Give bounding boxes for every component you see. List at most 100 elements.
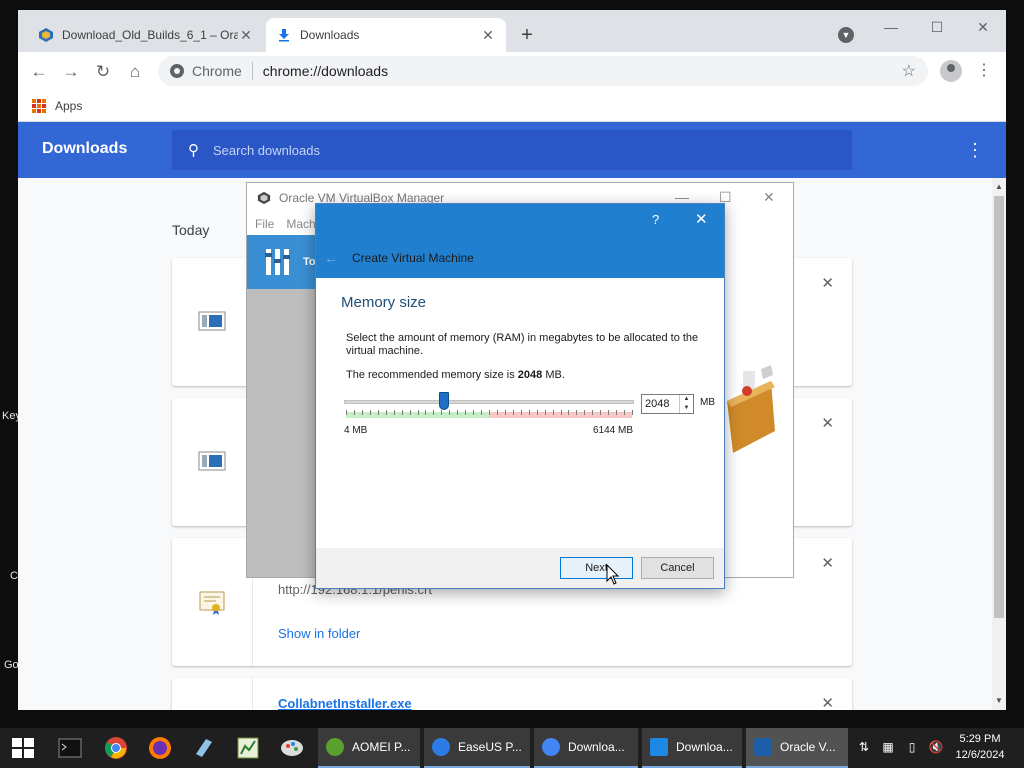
slider-tick <box>489 410 490 415</box>
slider-tick <box>561 410 562 415</box>
back-arrow-icon[interactable]: ← <box>28 61 50 83</box>
usb-icon[interactable]: ▯ <box>904 740 920 756</box>
chrome-menu-icon[interactable]: ⋮ <box>976 60 992 80</box>
page-scrollbar[interactable]: ▲ ▼ <box>992 178 1006 710</box>
taskbar-item-chrome-downloads[interactable]: Downloa... <box>534 728 638 768</box>
url-text[interactable]: chrome://downloads <box>263 63 388 79</box>
slider-tick <box>529 410 530 415</box>
dialog-close-button[interactable]: ✕ <box>695 210 708 228</box>
scroll-down-icon[interactable]: ▼ <box>995 696 1003 705</box>
menu-file[interactable]: File <box>255 217 274 231</box>
new-tab-button[interactable]: + <box>516 24 538 46</box>
tools-icon <box>265 249 290 275</box>
taskbar-item-downloads-folder[interactable]: Downloa... <box>642 728 742 768</box>
clock-time: 5:29 PM <box>959 733 1001 745</box>
recommended-memory-text: The recommended memory size is 2048 MB. <box>346 369 565 381</box>
slider-min-label: 4 MB <box>344 425 368 436</box>
slider-tick <box>402 410 403 415</box>
slider-tick <box>592 410 593 415</box>
downloads-menu-icon[interactable]: ⋮ <box>966 140 984 161</box>
show-in-folder-link[interactable]: Show in folder <box>278 626 360 641</box>
slider-tick <box>513 410 514 415</box>
address-bar[interactable]: Chrome chrome://downloads ☆ <box>158 56 928 86</box>
vbm-close-button[interactable]: ✕ <box>763 189 775 206</box>
home-icon[interactable]: ⌂ <box>124 61 146 83</box>
back-arrow-icon[interactable]: ← <box>324 250 338 266</box>
scroll-thumb[interactable] <box>994 196 1004 618</box>
virtualbox-favicon-icon <box>38 27 54 43</box>
next-button[interactable]: Next <box>560 557 633 579</box>
minimize-button[interactable]: — <box>876 16 906 38</box>
firefox-icon[interactable] <box>148 736 172 760</box>
reload-icon[interactable]: ↻ <box>92 61 114 83</box>
slider-thumb[interactable] <box>439 392 449 410</box>
slider-tick <box>378 410 379 415</box>
maximize-button[interactable]: ☐ <box>922 16 952 38</box>
memory-slider[interactable] <box>344 392 636 424</box>
slider-tick <box>545 410 546 415</box>
search-downloads-input[interactable]: ⚲ Search downloads <box>172 130 852 170</box>
date-heading: Today <box>172 222 210 238</box>
memory-spinbox[interactable]: 2048 ▲ ▼ <box>641 394 694 414</box>
download-filename-link[interactable]: CollabnetInstaller.exe <box>278 696 412 710</box>
slider-tick <box>441 410 442 415</box>
task-manager-icon[interactable] <box>236 736 260 760</box>
aomei-icon <box>326 738 344 756</box>
help-button[interactable]: ? <box>652 212 659 227</box>
task-label: Downloa... <box>568 740 625 754</box>
clock-date: 12/6/2024 <box>955 749 1005 761</box>
apps-icon[interactable] <box>32 98 46 113</box>
terminal-icon[interactable] <box>58 736 82 760</box>
taskbar-item-aomei[interactable]: AOMEI P... <box>318 728 420 768</box>
paint-icon[interactable] <box>280 736 304 760</box>
memory-unit: MB <box>700 397 715 408</box>
app-icon[interactable] <box>192 736 216 760</box>
volume-muted-icon[interactable]: 🔇 <box>928 740 944 756</box>
tab-strip: Download_Old_Builds_6_1 – Orac ✕ Downloa… <box>18 10 1006 52</box>
recommended-prefix: The recommended memory size is <box>346 369 515 381</box>
tab-close-icon[interactable]: ✕ <box>238 27 254 44</box>
bookmark-star-icon[interactable]: ☆ <box>902 61 916 81</box>
network-icon[interactable]: ⇅ <box>856 740 872 756</box>
tab-close-icon[interactable]: ✕ <box>480 27 496 44</box>
slider-tick <box>433 410 434 415</box>
taskbar-item-easeus[interactable]: EaseUS P... <box>424 728 530 768</box>
menu-machine[interactable]: Mach <box>286 217 315 231</box>
slider-tick <box>425 410 426 415</box>
windows-start-icon[interactable] <box>12 738 34 758</box>
search-icon: ⚲ <box>188 142 199 159</box>
download-card: ✕ CollabnetInstaller.exe <box>172 678 852 710</box>
forward-arrow-icon[interactable]: → <box>60 61 82 83</box>
tab-downloads[interactable]: Downloads ✕ <box>266 18 506 52</box>
remove-download-icon[interactable]: ✕ <box>821 414 834 432</box>
slider-tick <box>449 410 450 415</box>
tools-item[interactable]: To <box>247 235 317 289</box>
dialog-header: ? ✕ ← Create Virtual Machine <box>316 204 724 278</box>
remove-download-icon[interactable]: ✕ <box>821 274 834 292</box>
remove-download-icon[interactable]: ✕ <box>821 694 834 710</box>
close-window-button[interactable]: ✕ <box>968 16 998 38</box>
scroll-up-icon[interactable]: ▲ <box>995 182 1003 191</box>
slider-track[interactable] <box>344 400 634 404</box>
apps-bookmark[interactable]: Apps <box>55 99 82 113</box>
dialog-title: Create Virtual Machine <box>352 251 474 265</box>
remove-download-icon[interactable]: ✕ <box>821 554 834 572</box>
installer-file-icon <box>198 311 226 331</box>
profile-avatar-icon[interactable] <box>940 60 962 82</box>
slider-max-label: 6144 MB <box>593 425 634 436</box>
desktop-icon-label[interactable]: C <box>10 570 18 582</box>
recommended-suffix: MB. <box>545 369 565 381</box>
tab-oracle-downloads[interactable]: Download_Old_Builds_6_1 – Orac ✕ <box>28 18 264 52</box>
memory-value[interactable]: 2048 <box>645 398 669 410</box>
color-tray-icon[interactable]: ▦ <box>880 740 896 756</box>
tab-search-icon[interactable]: ▼ <box>838 27 854 43</box>
downloads-header: Downloads ⚲ Search downloads ⋮ <box>18 122 1006 178</box>
slider-tick <box>394 410 395 415</box>
cancel-button[interactable]: Cancel <box>641 557 714 579</box>
taskbar-item-oracle-vm[interactable]: Oracle V... <box>746 728 848 768</box>
chrome-icon[interactable] <box>104 736 128 760</box>
desktop-icon-label[interactable]: Go <box>4 659 19 671</box>
taskbar-clock[interactable]: 5:29 PM 12/6/2024 <box>948 731 1012 763</box>
spin-arrows-icon[interactable]: ▲ ▼ <box>679 395 693 413</box>
slider-tick <box>473 410 474 415</box>
